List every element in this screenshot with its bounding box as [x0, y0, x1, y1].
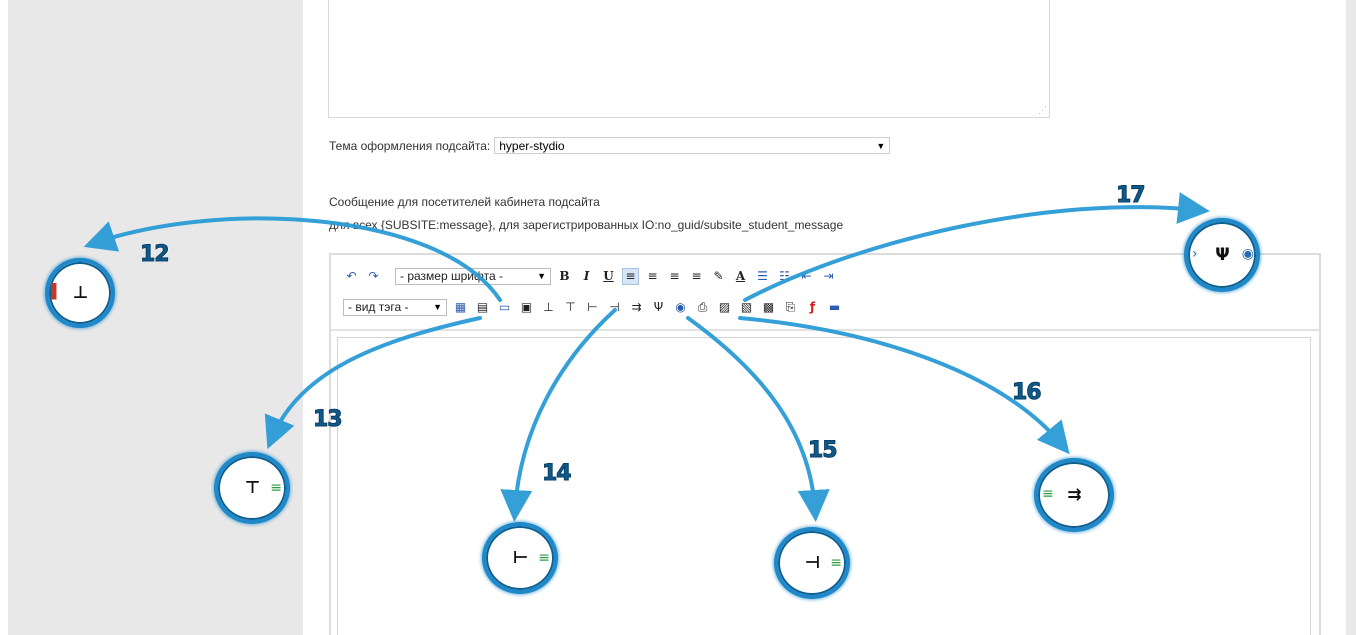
insert-row-below-icon: ⊤: [244, 478, 261, 498]
callout-number-16: 16: [1012, 380, 1043, 406]
description-textarea[interactable]: ⋰: [328, 0, 1050, 118]
cell-properties-icon[interactable]: ▣: [518, 299, 535, 316]
callout-15-magnifier: ⊣ ≡: [774, 527, 850, 599]
insert-row-above-icon: ⊥: [72, 283, 89, 303]
insert-column-before-icon: ⊢: [512, 548, 529, 568]
callout-13-magnifier: ⊤ ≡: [214, 452, 290, 524]
undo-icon[interactable]: ↶: [343, 268, 360, 285]
font-size-select-value: - размер шрифта -: [400, 269, 503, 283]
align-justify-icon[interactable]: ≡: [688, 268, 705, 285]
callout-number-12: 12: [140, 242, 171, 268]
insert-row-below-icon[interactable]: ⊤: [562, 299, 579, 316]
chevron-down-icon: ▼: [876, 140, 886, 151]
callout-12-magnifier: ▌ ⊥: [45, 258, 115, 328]
redo-icon[interactable]: ↷: [365, 268, 382, 285]
callout-14-magnifier: ⊢ ≡: [482, 522, 558, 594]
link-icon[interactable]: ◉: [672, 299, 689, 316]
table-properties-icon[interactable]: ▭: [496, 299, 513, 316]
align-left-icon[interactable]: ≡: [622, 267, 639, 285]
callout-number-14: 14: [542, 461, 573, 487]
image-icon[interactable]: ▨: [716, 299, 733, 316]
toolbar-divider: [331, 329, 1319, 331]
outdent-icon[interactable]: ⇤: [798, 268, 815, 285]
callout-16-magnifier: ≡ ⇉: [1034, 458, 1114, 532]
underline-icon[interactable]: U: [600, 268, 617, 285]
image-gallery-icon[interactable]: ▧: [738, 299, 755, 316]
callout-17-magnifier: › Ψ ◉: [1184, 218, 1260, 292]
insert-row-above-icon[interactable]: ⊥: [540, 299, 557, 316]
insert-media-icon[interactable]: ▩: [760, 299, 777, 316]
numbered-list-icon[interactable]: ☷: [776, 268, 793, 285]
theme-select[interactable]: hyper-stydio ▼: [494, 137, 891, 154]
attachment-icon[interactable]: ⎘: [782, 299, 799, 316]
toolbar-row-2: - вид тэга - ▼ ▦ ▤ ▭ ▣ ⊥ ⊤ ⊢ ⊣ ⇉ Ψ ◉ ⎙ ▨…: [343, 297, 843, 317]
delete-column-icon: ⇉: [1067, 485, 1081, 505]
theme-row: Тема оформления подсайта: hyper-stydio ▼: [329, 137, 891, 154]
font-size-select[interactable]: - размер шрифта - ▼: [395, 267, 551, 285]
insert-column-after-icon[interactable]: ⊣: [606, 299, 623, 316]
tag-type-select[interactable]: - вид тэга - ▼: [343, 298, 447, 316]
bullet-list-icon[interactable]: ☰: [754, 268, 771, 285]
tag-type-select-value: - вид тэга -: [348, 300, 409, 314]
flash-icon[interactable]: ƒ: [804, 299, 821, 316]
delete-row-icon[interactable]: Ψ: [650, 299, 667, 316]
save-icon[interactable]: ▬: [826, 299, 843, 316]
callout-number-13: 13: [313, 407, 344, 433]
bold-icon[interactable]: B: [556, 268, 573, 285]
text-color-icon[interactable]: A: [732, 268, 749, 285]
align-center-icon[interactable]: ≡: [644, 268, 661, 285]
left-sidebar: [8, 0, 303, 635]
print-icon[interactable]: ⎙: [694, 299, 711, 316]
table-edit-icon[interactable]: ▤: [474, 299, 491, 316]
theme-select-value: hyper-stydio: [499, 138, 565, 153]
align-right-icon[interactable]: ≡: [666, 268, 683, 285]
table-icon[interactable]: ▦: [452, 299, 469, 316]
indent-icon[interactable]: ⇥: [820, 268, 837, 285]
highlight-color-icon[interactable]: ✎: [710, 268, 727, 285]
insert-column-after-icon: ⊣: [804, 553, 821, 573]
insert-column-before-icon[interactable]: ⊢: [584, 299, 601, 316]
right-scroll-area: [1346, 0, 1356, 635]
delete-row-icon: Ψ: [1215, 245, 1229, 265]
resize-grip-icon[interactable]: ⋰: [1037, 105, 1047, 115]
callout-number-15: 15: [808, 438, 839, 464]
message-subtitle: для всех {SUBSITE:message}, для зарегист…: [329, 218, 844, 232]
italic-icon[interactable]: I: [578, 268, 595, 285]
message-title: Сообщение для посетителей кабинета подса…: [329, 195, 600, 209]
callout-number-17: 17: [1116, 183, 1147, 209]
chevron-down-icon: ▼: [537, 271, 546, 281]
theme-label: Тема оформления подсайта:: [329, 138, 491, 153]
delete-column-icon[interactable]: ⇉: [628, 299, 645, 316]
chevron-down-icon: ▼: [433, 302, 442, 312]
toolbar-row-1: ↶ ↷ - размер шрифта - ▼ B I U ≡ ≡ ≡ ≡ ✎ …: [343, 266, 837, 286]
